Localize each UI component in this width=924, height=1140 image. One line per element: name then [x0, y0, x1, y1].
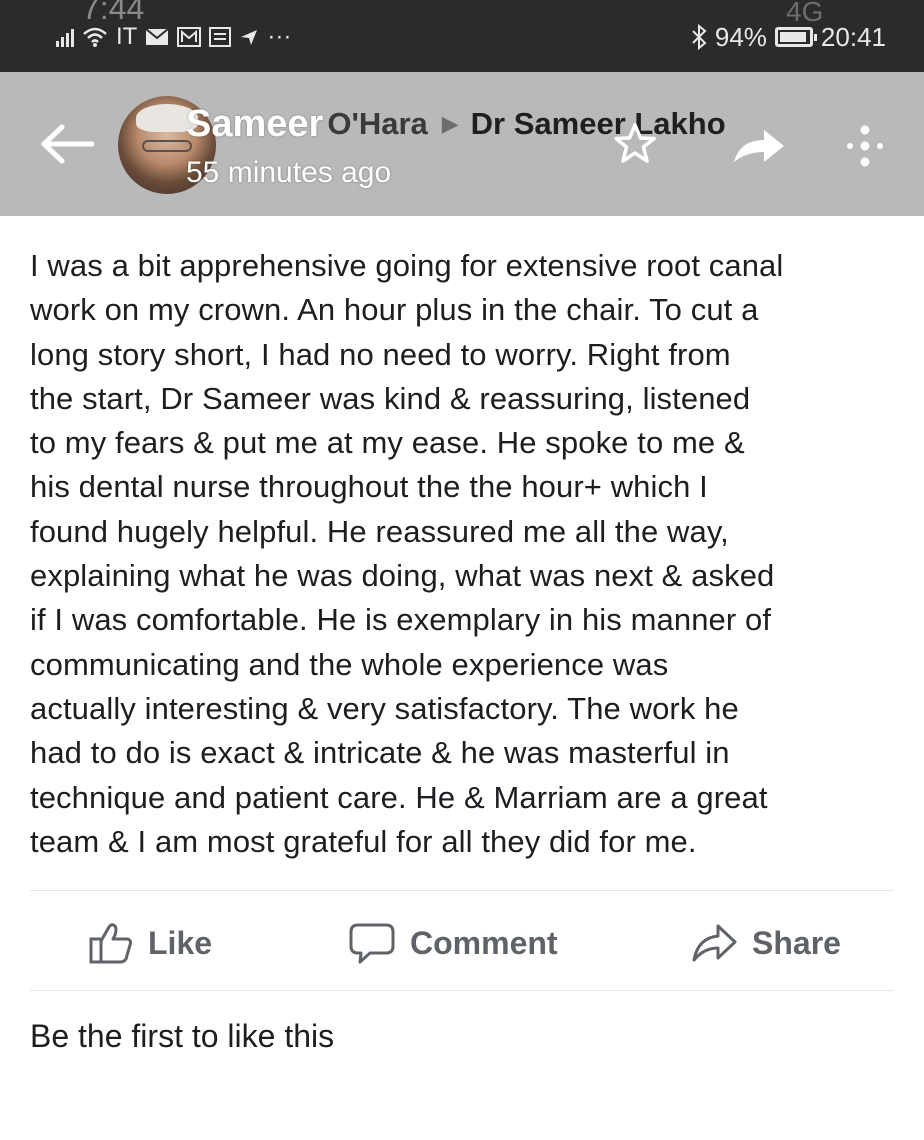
recipient-name[interactable]: Dr Sameer Lakho	[471, 106, 726, 142]
divider	[30, 890, 894, 891]
gmail-icon	[177, 27, 202, 47]
post-line: work on my crown. An hour plus in the ch…	[30, 292, 759, 328]
post-line: actually interesting & very satisfactory…	[30, 690, 739, 726]
avatar-glasses	[142, 140, 192, 152]
battery-percent: 94%	[714, 21, 767, 52]
status-left-group: IT ···	[56, 20, 291, 54]
carrier-label: IT	[116, 23, 138, 50]
battery-icon	[774, 27, 817, 47]
post-line: if I was comfortable. He is exemplary in…	[30, 602, 772, 638]
post-line: his dental nurse throughout the the hour…	[30, 469, 708, 505]
like-button[interactable]: Like	[88, 912, 212, 974]
divider	[30, 990, 894, 991]
bluetooth-icon	[692, 24, 707, 50]
comment-icon	[349, 923, 395, 964]
post-line: to my fears & put me at my ease. He spok…	[30, 425, 745, 461]
thumbs-up-icon	[89, 923, 133, 964]
post-line: communicating and the whole experience w…	[30, 646, 669, 682]
mail-icon	[145, 28, 169, 45]
signal-icon	[56, 27, 74, 47]
author-name-overlap: O'Hara	[327, 106, 428, 141]
triangle-right-icon: ▶	[441, 111, 459, 136]
author-name[interactable]: Sameer	[186, 103, 323, 146]
timestamp: 55 minutes ago	[186, 156, 392, 189]
post-line: technique and patient care. He & Marriam…	[30, 779, 768, 815]
comment-label: Comment	[410, 924, 558, 961]
post-line: found hugely helpful. He reassured me al…	[30, 513, 729, 549]
action-bar: Like Comment Share	[0, 912, 924, 974]
post-line: long story short, I had no need to worry…	[30, 336, 731, 372]
post-line: the start, Dr Sameer was kind & reassuri…	[30, 380, 751, 416]
star-icon[interactable]	[612, 122, 658, 166]
post-line: explaining what he was doing, what was n…	[30, 558, 775, 594]
status-bar: 7:44 4G IT ··· 94% 20:41	[0, 0, 924, 72]
overflow-indicator: ···	[267, 23, 292, 50]
post-line: had to do is exact & intricate & he was …	[30, 735, 730, 771]
share-label: Share	[752, 924, 841, 961]
wifi-icon	[83, 27, 107, 47]
message-icon	[209, 27, 232, 47]
likes-summary: Be the first to like this	[30, 1018, 335, 1054]
post-body: I was a bit apprehensive going for exten…	[30, 244, 900, 864]
post-header: Sameer O'Hara ▶ Dr Sameer Lakho 55 minut…	[0, 72, 924, 216]
back-arrow-icon[interactable]	[38, 124, 96, 164]
post-line: I was a bit apprehensive going for exten…	[30, 248, 784, 283]
clock: 20:41	[820, 21, 886, 52]
post-line: team & I am most grateful for all they d…	[30, 823, 697, 859]
comment-button[interactable]: Comment	[348, 912, 558, 974]
share-icon	[692, 924, 737, 962]
share-arrow-icon[interactable]	[730, 126, 788, 166]
send-icon	[241, 30, 258, 45]
status-right-group: 94% 20:41	[691, 20, 886, 54]
like-label: Like	[148, 924, 213, 961]
more-vertical-icon[interactable]	[842, 122, 888, 170]
share-button[interactable]: Share	[690, 912, 841, 974]
